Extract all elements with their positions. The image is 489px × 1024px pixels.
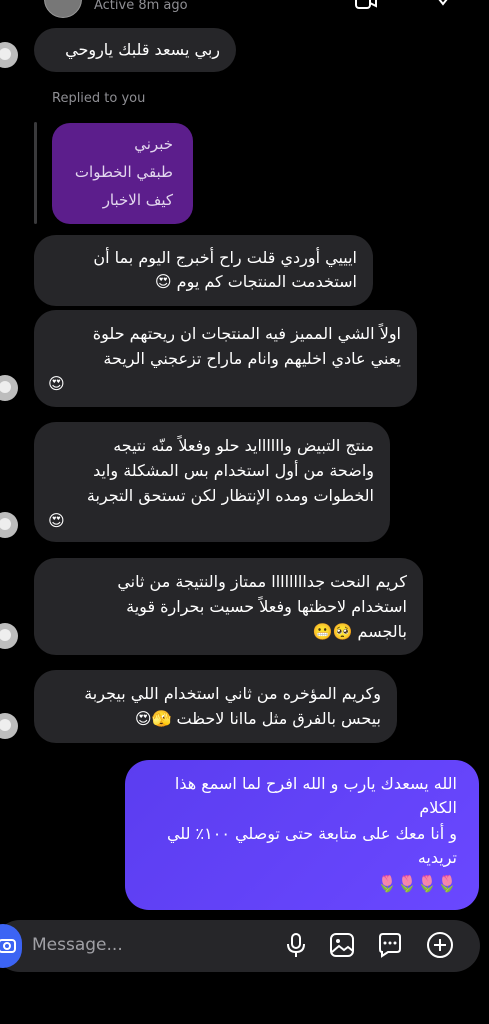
message-text: يعني عادي اخليهم وانام ماراح تزعجني الري…: [103, 349, 401, 368]
message-text: الله يسعدك يارب و الله افرح لما اسمع هذا: [174, 774, 457, 793]
message-bubble[interactable]: منتج التبيض واااااايد حلو وفعلاً منّه نت…: [34, 422, 390, 542]
camera-icon: [0, 939, 16, 953]
microphone-icon[interactable]: [282, 931, 310, 959]
message-text: تريديه: [417, 848, 457, 867]
sender-avatar[interactable]: [0, 42, 18, 68]
quoted-line: كيف الاخبار: [102, 191, 173, 209]
plus-icon[interactable]: [426, 931, 454, 959]
sender-avatar[interactable]: [0, 375, 18, 401]
message-text: و أنا معك على متابعة حتى توصلي ١٠٠٪ للي: [166, 824, 457, 843]
message-input[interactable]: Message...: [32, 935, 123, 955]
sender-avatar[interactable]: [0, 512, 18, 538]
message-text: ايييي أوردي قلت راح أخبرج اليوم بما أن: [93, 248, 357, 267]
message-bubble[interactable]: اولاً الشي المميز فيه المنتجات ان ريحتهم…: [34, 310, 417, 407]
message-text: الخطوات ومده الإنتظار لكن تستحق التجربة: [86, 486, 374, 505]
message-text: منتج التبيض واااااايد حلو وفعلاً منّه نت…: [113, 436, 374, 455]
message-bubble[interactable]: كريم النحت جداااااااا ممتاز والنتيجة من …: [34, 558, 423, 655]
gallery-icon[interactable]: [328, 931, 356, 959]
message-text: اولاً الشي المميز فيه المنتجات ان ريحتهم…: [92, 324, 401, 343]
video-call-icon[interactable]: [355, 0, 377, 12]
message-bubble[interactable]: ايييي أوردي قلت راح أخبرج اليوم بما أن ا…: [34, 235, 373, 306]
quoted-line: خبرني: [134, 135, 173, 153]
sticker-icon[interactable]: [376, 931, 404, 959]
sent-message-bubble[interactable]: الله يسعدك يارب و الله افرح لما اسمع هذا…: [125, 760, 479, 910]
message-text: واضحة من أول استخدام بس المشكلة وايد: [93, 461, 374, 480]
contact-avatar[interactable]: [44, 0, 82, 18]
message-bubble[interactable]: ربي يسعد قلبك ياروحي: [34, 28, 236, 72]
message-text: كريم النحت جداااااااا ممتاز والنتيجة من …: [117, 572, 407, 591]
message-text: بالجسم 🥺😬: [312, 622, 407, 641]
message-composer[interactable]: Message...: [0, 920, 480, 972]
message-bubble[interactable]: وكريم المؤخره من ثاني استخدام اللي بيجرب…: [34, 670, 397, 743]
message-emoji: 😍: [48, 511, 65, 530]
message-emoji: 🌷🌷🌷🌷: [377, 874, 457, 893]
message-emoji: 😍: [48, 374, 65, 393]
quoted-reply-bubble[interactable]: خبرني طبقي الخطوات كيف الاخبار: [52, 123, 193, 224]
chat-header: Active 8m ago: [0, 0, 489, 18]
info-icon[interactable]: [432, 0, 454, 12]
message-text: ربي يسعد قلبك ياروحي: [65, 40, 220, 59]
quoted-line: طبقي الخطوات: [74, 163, 173, 181]
message-text: استخدمت المنتجات كم يوم 😍: [154, 272, 357, 291]
message-text: وكريم المؤخره من ثاني استخدام اللي بيجرب…: [84, 684, 381, 703]
message-text: الكلام: [419, 798, 457, 817]
replied-label: Replied to you: [52, 91, 146, 106]
active-status: Active 8m ago: [94, 0, 188, 13]
sender-avatar[interactable]: [0, 623, 18, 649]
message-text: بيحس بالفرق مثل ماانا لاحظت 🫣😍: [134, 709, 381, 728]
reply-indicator-bar: [34, 122, 37, 224]
message-text: استخدام لاحظتها وفعلاً حسيت بحرارة قوية: [126, 597, 407, 616]
sender-avatar[interactable]: [0, 713, 18, 739]
